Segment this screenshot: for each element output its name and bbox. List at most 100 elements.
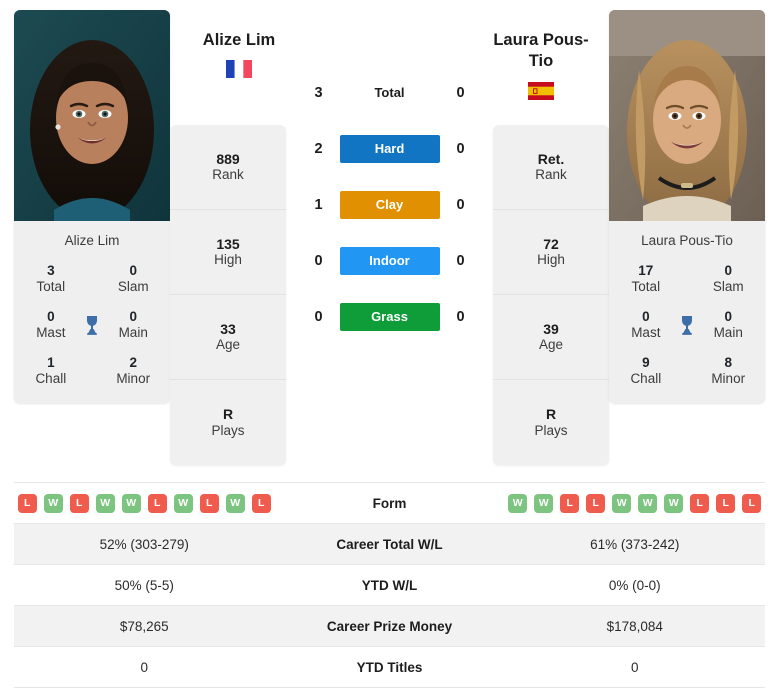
table-row-ytd-titles: 0 YTD Titles 0 <box>14 647 765 688</box>
left-info-age: 33 Age <box>170 295 286 380</box>
titles-row: 0 Mast 0 Main <box>619 309 755 341</box>
right-info-rank: Ret. Rank <box>493 125 609 210</box>
form-badge-win[interactable]: W <box>225 493 245 513</box>
form-badge-loss[interactable]: L <box>690 493 710 513</box>
form-badge-loss[interactable]: L <box>742 493 762 513</box>
form-badge-loss[interactable]: L <box>560 493 580 513</box>
titles-label: Minor <box>711 370 746 386</box>
titles-label: Mast <box>631 324 661 340</box>
info-label: High <box>214 252 242 268</box>
titles-row: 3 Total 0 Slam <box>24 263 160 295</box>
left-player-name-header: Alize Lim <box>180 30 298 79</box>
left-photo-caption: Alize Lim <box>14 221 170 261</box>
h2h-label-total: Total <box>374 85 405 100</box>
surface-badge-grass[interactable]: Grass <box>339 303 440 331</box>
titles-cell: 9 Chall <box>619 355 673 387</box>
surface-badge-clay[interactable]: Clay <box>339 191 440 219</box>
left-info-column: 889 Rank 135 High 33 Age R Plays <box>170 125 286 465</box>
info-value: Ret. <box>537 150 565 167</box>
titles-cell: 0 Mast <box>24 309 78 341</box>
right-info-column: Ret. Rank 72 High 39 Age R Plays <box>493 125 609 465</box>
table-row-career-prize-money: $78,265 Career Prize Money $178,084 <box>14 606 765 647</box>
titles-row: 17 Total 0 Slam <box>619 263 755 295</box>
form-badge-win[interactable]: W <box>534 493 554 513</box>
titles-row: 9 Chall 8 Minor <box>619 355 755 387</box>
form-badge-win[interactable]: W <box>612 493 632 513</box>
titles-cell: 0 Slam <box>106 263 160 295</box>
right-photo-caption: Laura Pous-Tio <box>609 221 765 261</box>
left-player-card[interactable]: Alize Lim 3 Total 0 Slam 0 Mast 0 Main 1… <box>14 10 170 403</box>
surface-badge-indoor[interactable]: Indoor <box>339 247 440 275</box>
info-value: 39 <box>543 320 559 337</box>
player-comparison-page: Alize Lim 3 Total 0 Slam 0 Mast 0 Main 1… <box>0 0 779 699</box>
left-player-photo <box>14 10 170 221</box>
h2h-left-score: 0 <box>314 309 323 325</box>
h2h-row-grass: 0 Grass 0 <box>286 289 493 345</box>
titles-label: Mast <box>36 324 66 340</box>
right-info-plays: R Plays <box>493 380 609 465</box>
form-badge-win[interactable]: W <box>664 493 684 513</box>
titles-label: Slam <box>712 278 744 294</box>
info-value: 33 <box>220 320 236 337</box>
right-player-card[interactable]: Laura Pous-Tio 17 Total 0 Slam 0 Mast 0 … <box>609 10 765 403</box>
titles-cell: 3 Total <box>24 263 78 295</box>
form-badge-win[interactable]: W <box>508 493 528 513</box>
titles-cell: 0 Main <box>701 309 755 341</box>
titles-value: 2 <box>129 354 137 370</box>
titles-label: Main <box>713 324 743 340</box>
form-badge-loss[interactable]: L <box>147 493 167 513</box>
right-info-high: 72 High <box>493 210 609 295</box>
form-badge-loss[interactable]: L <box>199 493 219 513</box>
titles-value: 0 <box>129 308 137 324</box>
left-info-plays: R Plays <box>170 380 286 465</box>
right-player-name-header: Laura Pous-Tio <box>482 30 600 100</box>
form-badge-loss[interactable]: L <box>17 493 37 513</box>
france-flag-icon <box>226 60 252 79</box>
trophy-icon <box>78 313 107 337</box>
info-label: Age <box>215 337 241 353</box>
surface-badge-hard[interactable]: Hard <box>339 135 440 163</box>
h2h-label-wrap: Grass <box>339 303 440 331</box>
form-badge-win[interactable]: W <box>95 493 115 513</box>
table-row-ytd-wl: 50% (5-5) YTD W/L 0% (0-0) <box>14 565 765 606</box>
titles-label: Slam <box>117 278 149 294</box>
form-badge-win[interactable]: W <box>638 493 658 513</box>
titles-label: Main <box>118 324 148 340</box>
h2h-right-score: 0 <box>456 85 465 101</box>
titles-value: 0 <box>724 308 732 324</box>
right-form-badges: WWLLWWWLLL <box>505 493 766 513</box>
left-ytd-titles: 0 <box>140 659 148 675</box>
h2h-label-wrap: Total <box>340 84 440 102</box>
info-label: Plays <box>534 422 568 438</box>
left-career-total-wl: 52% (303-279) <box>99 536 189 552</box>
form-badge-win[interactable]: W <box>173 493 193 513</box>
h2h-label-wrap: Indoor <box>339 247 440 275</box>
titles-label: Minor <box>116 370 151 386</box>
titles-label: Total <box>36 278 66 294</box>
form-badge-loss[interactable]: L <box>716 493 736 513</box>
titles-value: 0 <box>724 263 732 278</box>
form-badge-win[interactable]: W <box>121 493 141 513</box>
left-info-high: 135 High <box>170 210 286 295</box>
form-badge-win[interactable]: W <box>43 493 63 513</box>
right-player-photo <box>609 10 765 221</box>
left-player-name[interactable]: Alize Lim <box>180 30 298 51</box>
info-label: Rank <box>535 167 567 183</box>
h2h-row-clay: 1 Clay 0 <box>286 177 493 233</box>
form-badge-loss[interactable]: L <box>251 493 271 513</box>
titles-value: 0 <box>642 308 650 324</box>
left-ytd-wl: 50% (5-5) <box>114 577 174 593</box>
titles-value: 17 <box>638 263 654 278</box>
h2h-row-total: 3 Total 0 <box>286 65 493 121</box>
h2h-left-score: 0 <box>314 253 323 269</box>
right-player-name[interactable]: Laura Pous-Tio <box>482 30 600 73</box>
row-label-career-total-wl: Career Total W/L <box>336 536 443 552</box>
h2h-right-score: 0 <box>456 141 465 157</box>
left-info-rank: 889 Rank <box>170 125 286 210</box>
form-badge-loss[interactable]: L <box>586 493 606 513</box>
left-titles-grid: 3 Total 0 Slam 0 Mast 0 Main 1 Chall 2 M… <box>14 261 170 403</box>
titles-value: 3 <box>47 263 55 278</box>
left-form-badges: LWLWWLWLWL <box>14 493 275 513</box>
titles-value: 0 <box>129 263 137 278</box>
form-badge-loss[interactable]: L <box>69 493 89 513</box>
